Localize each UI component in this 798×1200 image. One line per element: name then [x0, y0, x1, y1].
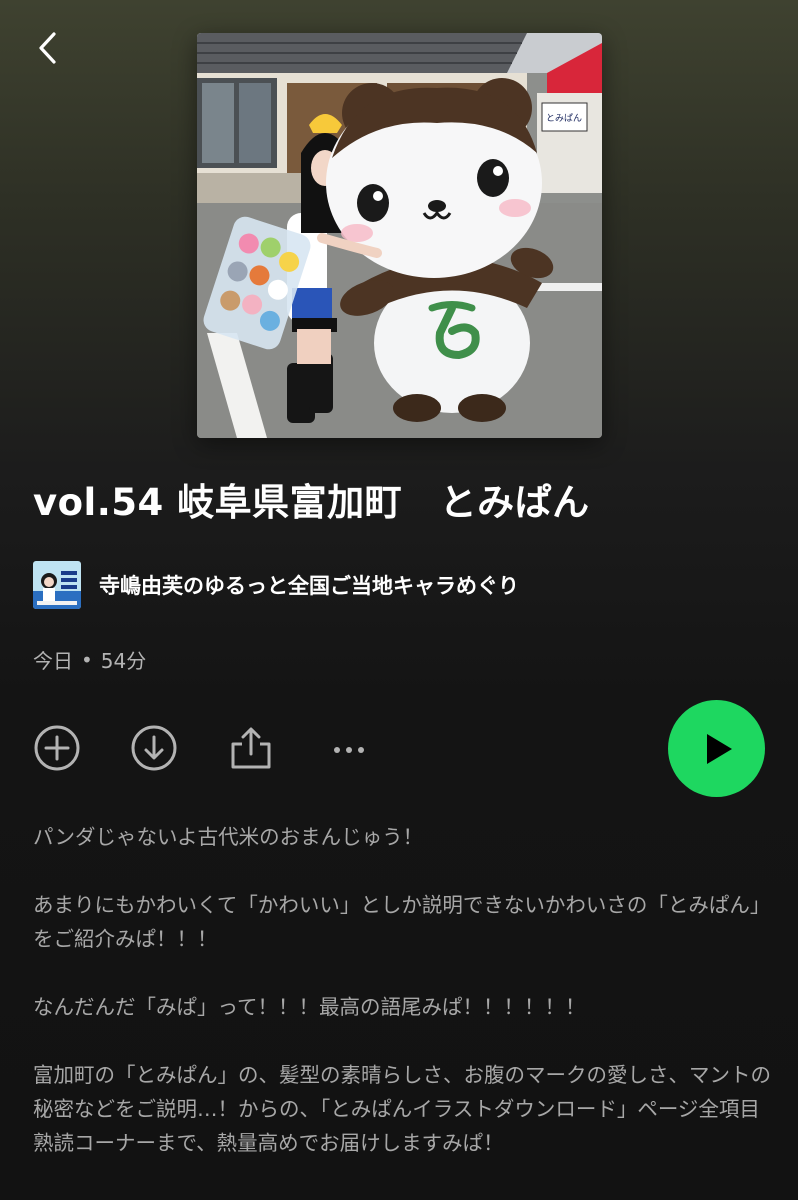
episode-description: パンダじゃないよ古代米のおまんじゅう！ あまりにもかわいくて「かわいい」としか説…	[33, 820, 773, 1194]
meta-separator: •	[81, 647, 93, 672]
more-dots-icon	[334, 747, 364, 753]
plus-circle-icon	[34, 725, 80, 771]
description-paragraph: なんだんだ「みぱ」って！！！最高の語尾みぱ！！！！！！	[33, 995, 586, 1019]
episode-meta: 今日 • 54分	[33, 645, 146, 674]
episode-title: vol.54 岐阜県富加町 とみぱん	[33, 481, 590, 524]
show-name: 寺嶋由芙のゆるっと全国ご当地キャラめぐり	[99, 574, 519, 598]
share-button[interactable]	[227, 724, 275, 772]
episode-actions	[33, 700, 766, 797]
share-icon	[231, 727, 271, 769]
description-paragraph: 富加町の「とみぱん」の、髪型の素晴らしさ、お腹のマークの愛しさ、マントの秘密など…	[33, 1063, 771, 1155]
download-circle-icon	[131, 725, 177, 771]
svg-text:とみぱん: とみぱん	[546, 113, 582, 124]
show-thumbnail	[33, 561, 81, 609]
play-button[interactable]	[668, 700, 765, 797]
add-to-library-button[interactable]	[33, 724, 81, 772]
download-button[interactable]	[130, 724, 178, 772]
play-icon	[706, 733, 732, 764]
show-link[interactable]: 寺嶋由芙のゆるっと全国ご当地キャラめぐり	[33, 560, 519, 610]
description-paragraph: あまりにもかわいくて「かわいい」としか説明できないかわいさの「とみぱん」をご紹介…	[33, 893, 771, 951]
chevron-left-icon	[39, 32, 56, 64]
description-paragraph: パンダじゃないよ古代米のおまんじゅう！	[33, 825, 424, 849]
more-options-button[interactable]	[325, 724, 373, 772]
episode-cover-art: とみぱん	[197, 33, 602, 438]
episode-date: 今日	[33, 649, 73, 673]
episode-duration: 54分	[100, 649, 147, 673]
back-button[interactable]	[28, 28, 68, 68]
